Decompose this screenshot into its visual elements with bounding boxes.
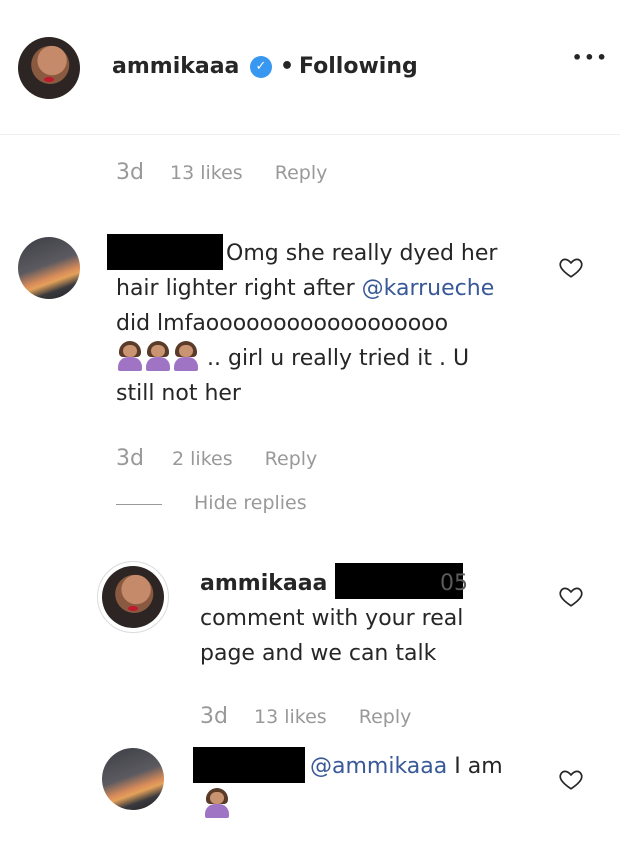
comment-line-2: hair lighter right after @karrueche bbox=[116, 271, 546, 306]
reply2-text: @ammikaaa I am bbox=[310, 749, 560, 784]
heart-icon[interactable] bbox=[558, 583, 584, 609]
redacted-username bbox=[193, 747, 305, 783]
comment-line-4-text: .. girl u really tried it . U bbox=[200, 346, 470, 371]
following-separator: • bbox=[280, 54, 295, 79]
comment-meta: 3d 2 likes Reply bbox=[116, 446, 446, 471]
facepalm-emoji-icon bbox=[172, 341, 200, 371]
reply-mention-end: 05 bbox=[440, 571, 468, 596]
post-author-avatar[interactable] bbox=[18, 37, 80, 99]
reply-time: 3d bbox=[200, 704, 228, 729]
verified-badge-icon: ✓ bbox=[250, 56, 272, 78]
facepalm-emoji-icon bbox=[144, 341, 172, 371]
post-author-username[interactable]: ammikaaa bbox=[112, 54, 239, 79]
reply-author-username[interactable]: ammikaaa bbox=[200, 571, 327, 596]
comment-reply-button[interactable]: Reply bbox=[265, 448, 318, 470]
reply-line-2: comment with your real bbox=[200, 606, 464, 631]
hide-replies-button[interactable]: Hide replies bbox=[194, 492, 307, 514]
comment-line-3: did lmfaoooooooooooooooooo bbox=[116, 311, 449, 336]
reply-line-1: ammikaaa @ 05 bbox=[200, 563, 550, 601]
comment-line-1: Omg she really dyed her bbox=[226, 241, 498, 266]
more-options-icon[interactable]: ••• bbox=[572, 48, 609, 67]
hide-replies-line bbox=[116, 504, 162, 505]
header-divider bbox=[0, 134, 620, 135]
reply2-body: I am bbox=[447, 754, 503, 779]
following-button[interactable]: Following bbox=[299, 54, 418, 79]
comment-line-2-text: hair lighter right after bbox=[116, 276, 362, 301]
reply2-mention[interactable]: @ammikaaa bbox=[310, 754, 447, 779]
mention-link[interactable]: @karrueche bbox=[362, 276, 495, 301]
comment-line-5: still not her bbox=[116, 381, 241, 406]
comment-time: 3d bbox=[116, 446, 144, 471]
reply-text: ammikaaa @ 05 comment with your real pag… bbox=[200, 563, 550, 671]
reply-reply-button[interactable]: Reply bbox=[359, 706, 412, 728]
comment-avatar[interactable] bbox=[18, 237, 80, 299]
reply-line-3: page and we can talk bbox=[200, 641, 437, 666]
comment-text: Omg she really dyed her hair lighter rig… bbox=[116, 236, 546, 411]
heart-icon[interactable] bbox=[558, 766, 584, 792]
facepalm-emoji-icon bbox=[116, 341, 144, 371]
reply-meta: 3d 13 likes Reply bbox=[200, 704, 530, 729]
caption-likes[interactable]: 13 likes bbox=[170, 162, 243, 184]
heart-icon[interactable] bbox=[558, 254, 584, 280]
caption-time: 3d bbox=[116, 160, 144, 185]
shrug-emoji-icon bbox=[203, 788, 231, 818]
caption-reply-button[interactable]: Reply bbox=[275, 162, 328, 184]
comment-likes[interactable]: 2 likes bbox=[172, 448, 233, 470]
reply2-avatar[interactable] bbox=[102, 748, 164, 810]
reply-author-avatar[interactable] bbox=[102, 566, 164, 628]
comment-line-4: .. girl u really tried it . U bbox=[116, 341, 546, 376]
caption-meta: 3d 13 likes Reply bbox=[116, 160, 446, 185]
reply-likes[interactable]: 13 likes bbox=[254, 706, 327, 728]
